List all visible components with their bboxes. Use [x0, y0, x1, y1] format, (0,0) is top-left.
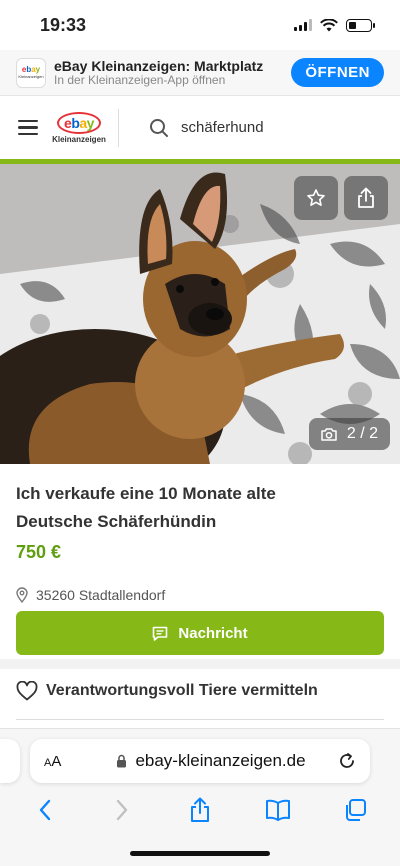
- site-header: ebay Kleinanzeigen schäferhund: [0, 96, 400, 164]
- star-icon: [307, 189, 325, 206]
- app-banner-title: eBay Kleinanzeigen: Marktplatz: [54, 57, 264, 74]
- camera-icon: [321, 428, 337, 441]
- image-gallery[interactable]: 2 / 2: [0, 164, 400, 464]
- status-time: 19:33: [40, 14, 87, 35]
- address-bar[interactable]: AA ebay-kleinanzeigen.de: [30, 739, 370, 783]
- message-button[interactable]: Nachricht: [16, 611, 384, 655]
- battery-icon: [346, 18, 375, 32]
- favorite-button-overlay[interactable]: [294, 176, 338, 220]
- tabs-button[interactable]: [335, 795, 375, 825]
- heart-icon: [16, 681, 38, 701]
- forward-button[interactable]: [102, 795, 142, 825]
- listing-price: 750 €: [16, 542, 62, 562]
- app-banner: ebay Kleinanzeigen eBay Kleinanzeigen: M…: [0, 50, 400, 96]
- cellular-signal-icon: [294, 19, 312, 31]
- responsible-adoption-section[interactable]: Verantwortungsvoll Tiere vermitteln: [0, 669, 400, 713]
- chevron-right-icon: [117, 799, 128, 821]
- share-button[interactable]: [344, 176, 388, 220]
- share-icon: [190, 797, 209, 822]
- search-icon: [150, 118, 168, 137]
- chevron-left-icon: [39, 799, 50, 821]
- share-page-button[interactable]: [180, 795, 220, 825]
- lock-icon: [117, 754, 127, 768]
- text-size-button[interactable]: AA: [44, 753, 84, 770]
- back-button[interactable]: [25, 795, 65, 825]
- bookmarks-button[interactable]: [258, 795, 298, 825]
- wifi-icon: [320, 18, 338, 31]
- status-bar: 19:33: [0, 0, 400, 50]
- listing-details: Ich verkaufe eine 10 Monate alte Deutsch…: [0, 464, 400, 655]
- browser-nav-bar: [0, 795, 400, 825]
- share-icon: [358, 187, 374, 208]
- book-icon: [265, 799, 290, 821]
- search-query: schäferhund: [181, 119, 264, 136]
- open-app-button[interactable]: ÖFFNEN: [291, 58, 384, 87]
- browser-toolbar: AA ebay-kleinanzeigen.de: [0, 728, 400, 866]
- section-separator: [0, 659, 400, 669]
- image-counter[interactable]: 2 / 2: [308, 418, 390, 450]
- location-pin-icon: [16, 587, 28, 603]
- home-indicator: [130, 851, 270, 856]
- tabs-icon: [346, 799, 367, 821]
- responsible-adoption-label: Verantwortungsvoll Tiere vermitteln: [46, 682, 318, 699]
- chat-icon: [153, 626, 168, 641]
- app-logo: ebay Kleinanzeigen: [16, 57, 46, 88]
- image-counter-text: 2 / 2: [346, 425, 378, 442]
- previous-tab-peek[interactable]: [0, 739, 20, 783]
- listing-location: 35260 Stadtallendorf: [16, 587, 384, 603]
- location-text: 35260 Stadtallendorf: [36, 587, 166, 603]
- app-banner-subtitle: In der Kleinanzeigen-App öffnen: [54, 72, 226, 87]
- url-text: ebay-kleinanzeigen.de: [135, 751, 306, 770]
- header-divider: [118, 108, 119, 147]
- search-field[interactable]: schäferhund: [149, 118, 264, 138]
- logo-subtext: Kleinanzeigen: [52, 134, 106, 144]
- listing-title: Ich verkaufe eine 10 Monate alte Deutsch…: [16, 484, 276, 531]
- message-button-label: Nachricht: [178, 624, 248, 642]
- reload-icon[interactable]: [338, 752, 356, 770]
- status-icons: [294, 18, 375, 32]
- content-divider: [16, 719, 384, 720]
- hamburger-menu-icon[interactable]: [18, 119, 38, 136]
- site-logo[interactable]: ebay Kleinanzeigen: [52, 111, 106, 144]
